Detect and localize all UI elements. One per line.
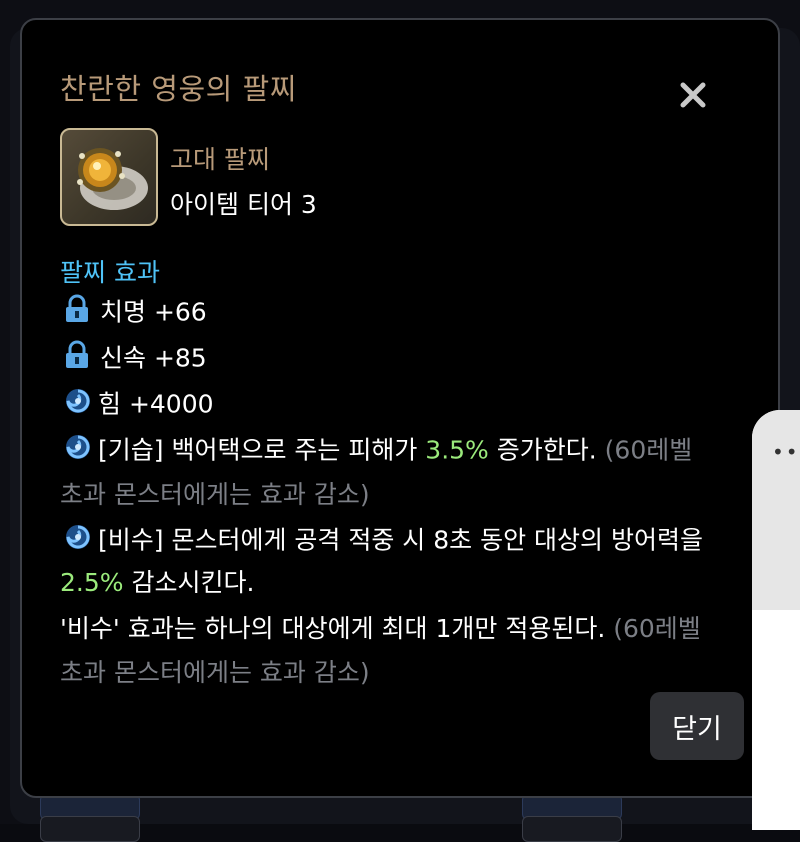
- effect-note: (60레벨: [604, 435, 693, 465]
- lock-icon: [60, 294, 94, 333]
- effect-line: '비수' 효과는 하나의 대상에게 최대 1개만 적용된다. (60레벨: [60, 612, 701, 646]
- more-dots-icon[interactable]: ••: [772, 440, 800, 464]
- item-grade: 고대 팔찌: [170, 145, 270, 174]
- effect-note: 초과 몬스터에게는 효과 감소): [60, 480, 370, 509]
- effect-text: '비수' 효과는 하나의 대상에게 최대 1개만 적용된다.: [60, 614, 614, 643]
- effect-text: 신속 +85: [100, 343, 207, 373]
- effect-line: 2.5% 감소시킨다.: [60, 566, 254, 600]
- effect-highlight-value: 3.5%: [425, 435, 489, 465]
- effect-text: [기습] 백어택으로 주는 피해가: [98, 435, 426, 465]
- effects-header: 팔찌 효과: [60, 258, 160, 287]
- effect-line: [기습] 백어택으로 주는 피해가 3.5% 증가한다. (60레벨: [60, 432, 692, 471]
- effect-highlight-value: 2.5%: [60, 568, 124, 597]
- item-tier: 아이템 티어 3: [170, 190, 317, 219]
- effect-text: 힘 +4000: [98, 389, 214, 419]
- effect-note: 초과 몬스터에게는 효과 감소): [60, 658, 370, 687]
- effect-text: 증가한다.: [488, 435, 605, 465]
- background-chip: [522, 816, 622, 842]
- bracelet-item-icon: [60, 128, 158, 226]
- swirl-icon: [60, 386, 96, 425]
- item-title: 찬란한 영웅의 팔찌: [60, 72, 297, 106]
- side-sheet[interactable]: ••: [752, 410, 800, 830]
- effect-line: 힘 +4000: [60, 386, 214, 425]
- background-chip: [40, 816, 140, 842]
- effect-text: 감소시킨다.: [123, 568, 255, 597]
- swirl-icon: [60, 522, 96, 561]
- effect-line: 신속 +85: [60, 340, 207, 379]
- effect-text: 치명 +66: [100, 297, 207, 327]
- effect-line: [비수] 몬스터에게 공격 적중 시 8초 동안 대상의 방어력을: [60, 522, 703, 561]
- effect-line: 치명 +66: [60, 294, 207, 333]
- close-button[interactable]: 닫기: [650, 692, 744, 760]
- lock-icon: [60, 340, 94, 379]
- effect-text: [비수] 몬스터에게 공격 적중 시 8초 동안 대상의 방어력을: [98, 525, 703, 555]
- item-tooltip-dialog: 찬란한 영웅의 팔찌 고대 팔찌 아이템 티어 3 팔찌 효과 치명 +66 신…: [20, 18, 780, 798]
- close-icon[interactable]: [678, 80, 708, 110]
- effect-note: (60레벨: [613, 614, 701, 643]
- swirl-icon: [60, 432, 96, 471]
